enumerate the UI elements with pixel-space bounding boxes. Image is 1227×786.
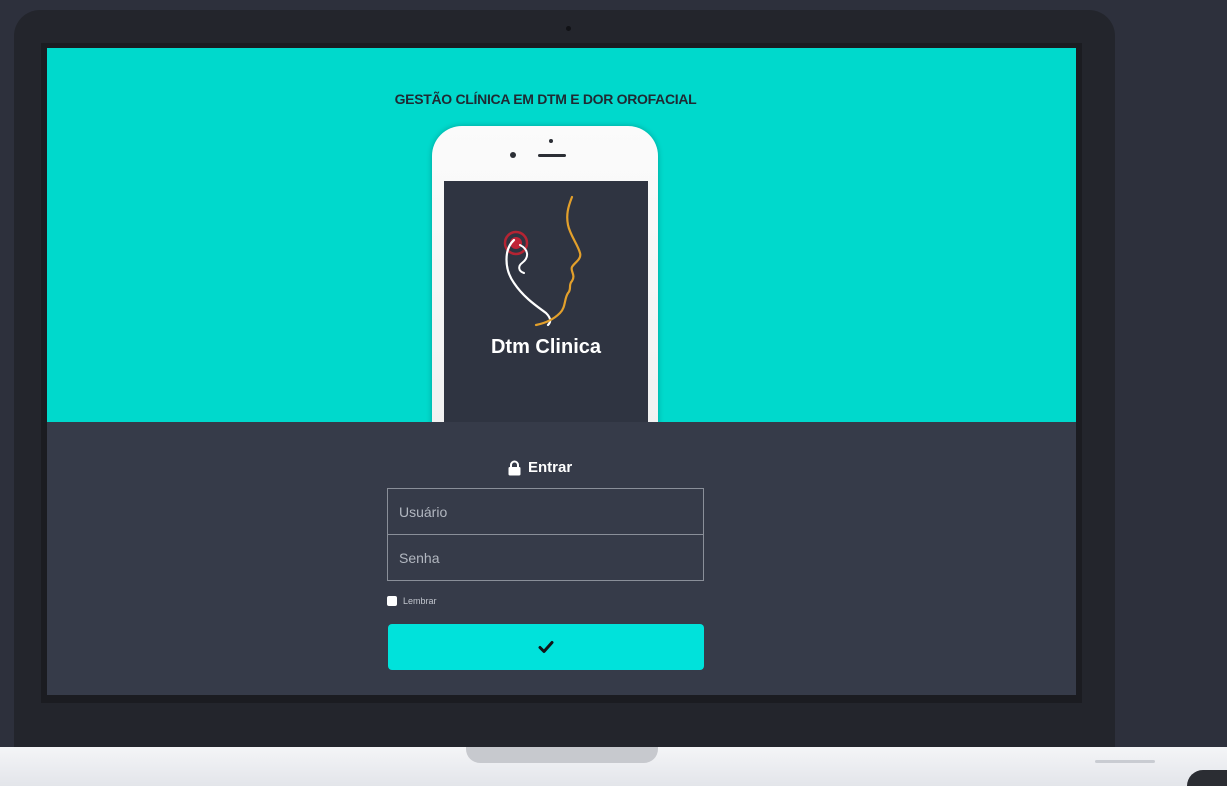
face-profile-logo-icon [503,195,582,327]
app-name: Dtm Clinica [490,336,602,358]
login-submit-button[interactable] [388,624,704,670]
laptop-hinge-notch [466,747,658,763]
laptop-mockup: GESTÃO CLÍNICA EM DTM E DOR OROFACIAL Dt… [0,0,1227,786]
username-input[interactable] [388,489,703,534]
phone-screen: Dtm Clinica [444,181,648,422]
lock-icon [508,460,521,475]
phone-sensor-icon [549,139,553,143]
laptop-camera-icon [566,26,571,31]
phone-mockup: Dtm Clinica [432,126,658,422]
laptop-base-slot [1095,760,1155,763]
hero-title: GESTÃO CLÍNICA EM DTM E DOR OROFACIAL [394,91,697,107]
laptop-base-corner [1187,770,1227,786]
hero-banner: GESTÃO CLÍNICA EM DTM E DOR OROFACIAL Dt… [47,48,1076,422]
login-heading-label: Entrar [528,459,573,476]
laptop-screen: GESTÃO CLÍNICA EM DTM E DOR OROFACIAL Dt… [47,48,1076,695]
phone-camera-icon [510,152,516,158]
login-panel: Entrar Lembrar [47,422,1076,695]
remember-label: Lembrar [403,596,437,606]
remember-checkbox[interactable] [387,596,397,606]
check-icon [538,641,554,653]
phone-speaker-icon [538,154,566,157]
password-input[interactable] [388,535,703,580]
remember-me[interactable]: Lembrar [387,596,437,606]
login-heading: Entrar [507,459,572,476]
login-form [387,488,704,581]
